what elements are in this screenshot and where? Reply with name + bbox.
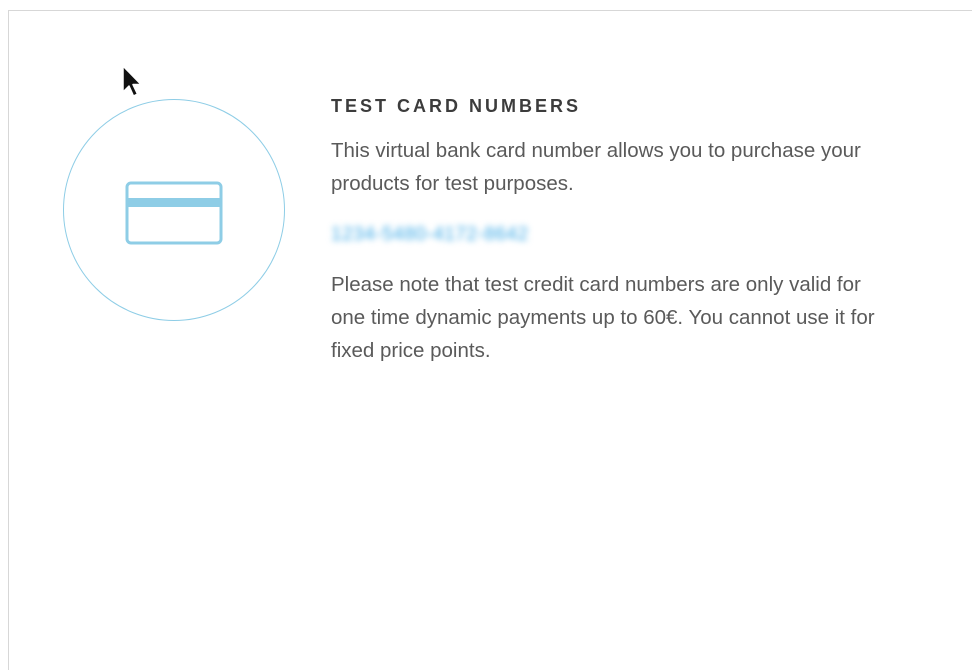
info-content: TEST CARD NUMBERS This virtual bank card… — [331, 96, 891, 367]
intro-text: This virtual bank card number allows you… — [331, 139, 861, 195]
note-text: Please note that test credit card number… — [331, 273, 875, 362]
credit-card-icon — [125, 181, 223, 245]
card-icon-circle — [63, 99, 285, 321]
mouse-pointer-icon — [122, 65, 142, 97]
section-title: TEST CARD NUMBERS — [331, 96, 582, 116]
test-card-number[interactable]: 1234-5480-4172-8642 — [331, 224, 529, 246]
